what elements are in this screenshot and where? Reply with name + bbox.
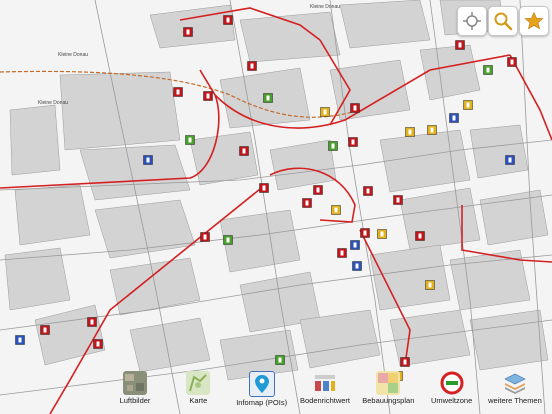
poi-glyph [96,341,100,347]
toolbar-label: Bebauungsplan [362,396,415,405]
toolbar-item-bebauungsplan[interactable]: Bebauungsplan [359,368,417,414]
poi-glyph [90,319,94,325]
toolbar-item-luftbilder[interactable]: Luftbilder [106,368,164,414]
toolbar-label: Karte [189,396,208,405]
street-label: Kleine Donau [58,52,88,58]
toolbar-label: Luftbilder [119,396,151,405]
land-value-icon [312,371,337,395]
poi-glyph [353,105,357,111]
poi-glyph [508,157,512,163]
poi-glyph [188,137,192,143]
poi-glyph [510,59,514,65]
toolbar-label: weitere Themen [488,396,542,405]
poi-glyph [452,115,456,121]
locate-crosshair-icon[interactable] [457,6,487,36]
poi-glyph [363,230,367,236]
toolbar-label: Infomap (POIs) [236,398,288,407]
poi-glyph [351,139,355,145]
poi-glyph [334,207,338,213]
star-icon[interactable] [519,6,549,36]
poi-glyph [176,89,180,95]
poi-glyph [278,357,282,363]
city-map[interactable]: Kleine Donau Kleine Donau Kleine Donau [0,0,552,414]
poi-glyph [418,233,422,239]
poi-glyph [316,187,320,193]
poi-pin-icon [248,371,275,397]
poi-glyph [380,231,384,237]
street-label: Kleine Donau [310,4,340,10]
poi-glyph [340,250,344,256]
poi-glyph [262,185,266,191]
poi-glyph [250,63,254,69]
poi-glyph [266,95,270,101]
poi-glyph [242,148,246,154]
theme-toolbar: Luftbilder Karte Infomap (POIs) Bodenric… [70,368,552,414]
poi-glyph [323,109,327,115]
poi-glyph [43,327,47,333]
poi-glyph [186,29,190,35]
toolbar-item-umweltzone[interactable]: Umweltzone [423,368,481,414]
poi-glyph [226,17,230,23]
toolbar-label: Bodenrichtwert [299,396,350,405]
poi-glyph [430,127,434,133]
poi-glyph [458,42,462,48]
toolbar-label: Umweltzone [431,396,473,405]
zoning-plan-icon [376,371,401,395]
magnifier-icon[interactable] [488,6,518,36]
poi-glyph [408,129,412,135]
poi-glyph [226,237,230,243]
aerial-photo-icon [123,371,147,395]
environment-zone-icon [440,371,464,395]
poi-glyph [206,93,210,99]
poi-glyph [355,263,359,269]
poi-glyph [428,282,432,288]
poi-glyph [331,143,335,149]
poi-glyph [203,234,207,240]
toolbar-item-weitere-themen[interactable]: weitere Themen [486,368,544,414]
toolbar-item-bodenrichtwert[interactable]: Bodenrichtwert [296,368,354,414]
poi-glyph [146,157,150,163]
layers-icon [503,371,527,395]
toolbar-item-karte[interactable]: Karte [169,368,227,414]
poi-glyph [396,197,400,203]
poi-glyph [466,102,470,108]
poi-glyph [486,67,490,73]
poi-glyph [403,359,407,365]
poi-glyph [366,188,370,194]
map-icon [186,371,211,395]
poi-glyph [18,337,22,343]
poi-glyph [305,200,309,206]
street-label: Kleine Donau [38,100,68,106]
poi-glyph [353,242,357,248]
toolbar-item-infomap[interactable]: Infomap (POIs) [233,368,291,414]
